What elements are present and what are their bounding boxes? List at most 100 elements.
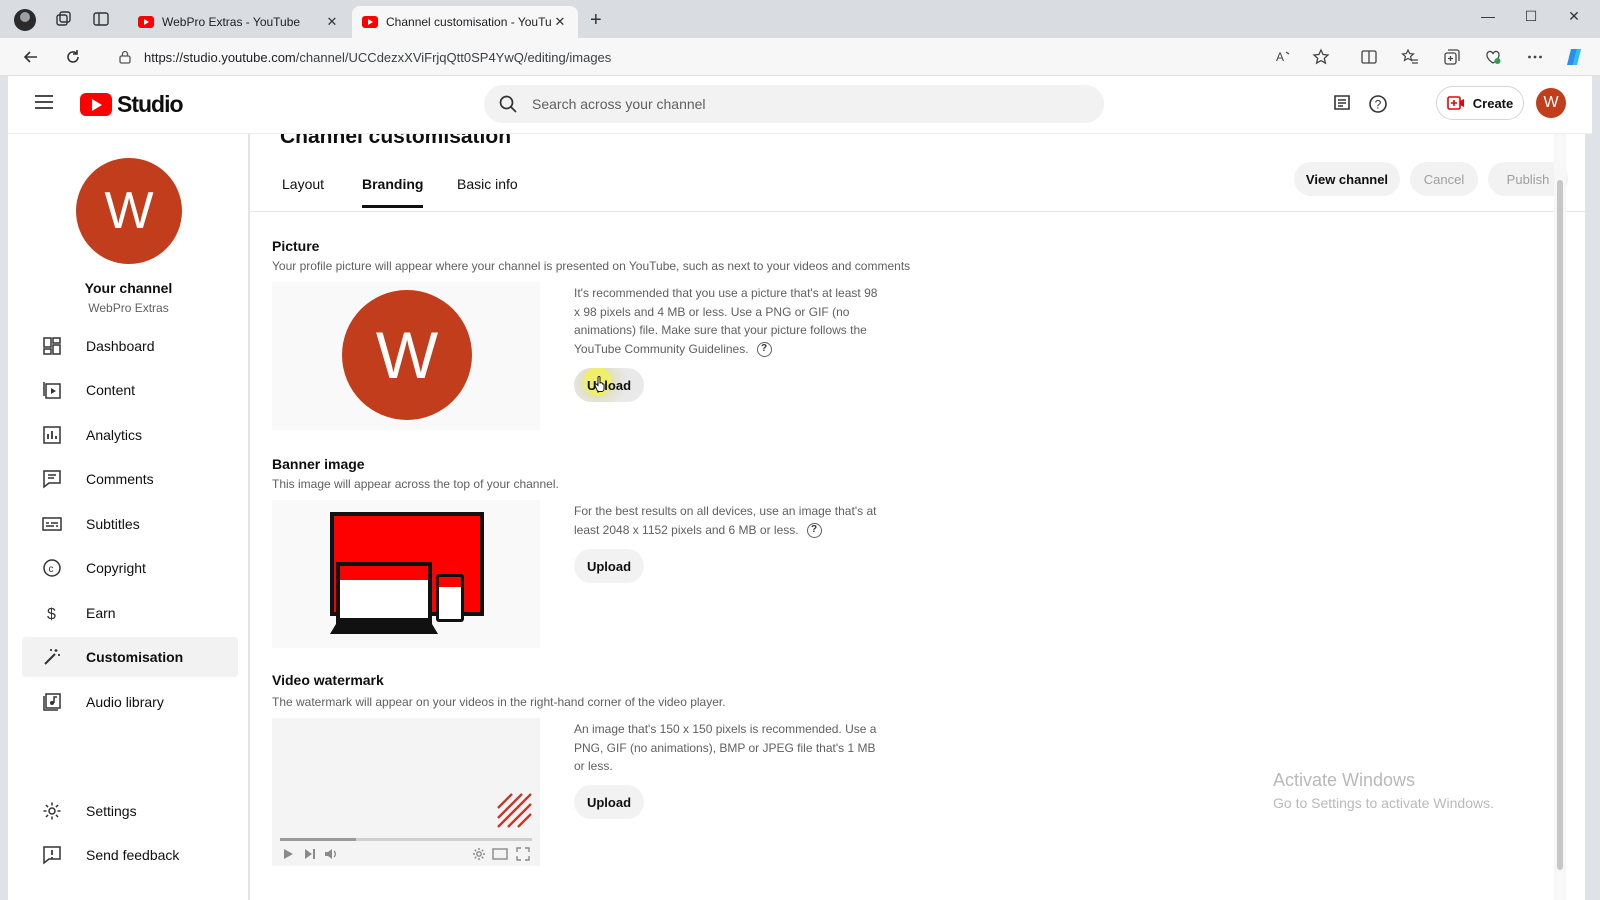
sidebar-item-label: Audio library	[86, 694, 164, 710]
close-icon[interactable]: ✕	[552, 14, 568, 30]
fullscreen-icon	[516, 847, 530, 861]
tab-branding[interactable]: Branding	[362, 176, 424, 208]
banner-info-text: For the best results on all devices, use…	[574, 504, 877, 537]
minimize-icon[interactable]: —	[1478, 8, 1498, 24]
close-icon[interactable]: ✕	[324, 14, 340, 30]
video-progress-bar	[280, 838, 532, 841]
url-text: https://studio.youtube.com/channel/UCCde…	[144, 50, 611, 65]
create-video-icon	[1446, 96, 1464, 110]
sidebar-item-dashboard[interactable]: Dashboard	[22, 326, 238, 366]
studio-logo[interactable]: Studio	[80, 91, 184, 118]
watermark-placeholder-icon	[497, 793, 532, 828]
tab-label: WebPro Extras - YouTube	[162, 15, 301, 29]
messages-icon[interactable]	[1332, 94, 1352, 114]
help-icon[interactable]: ?	[806, 522, 822, 538]
dashboard-icon	[43, 337, 61, 355]
profile-icon[interactable]	[14, 9, 36, 31]
window-close-icon[interactable]: ✕	[1564, 8, 1584, 25]
tab-actions-icon[interactable]	[92, 10, 110, 28]
tab-layout[interactable]: Layout	[282, 176, 324, 206]
youtube-favicon-icon	[362, 16, 378, 28]
youtube-favicon-icon	[138, 16, 154, 28]
scrollbar-thumb[interactable]	[1557, 180, 1563, 870]
tab-label: Channel customisation - YouTube	[386, 15, 552, 29]
gear-icon	[43, 802, 61, 820]
browser-address-bar: https://studio.youtube.com/channel/UCCde…	[0, 38, 1600, 76]
page-title: Channel customisation	[280, 134, 512, 148]
sidebar-item-analytics[interactable]: Analytics	[22, 415, 238, 455]
new-tab-icon[interactable]: +	[590, 9, 602, 32]
favorite-icon[interactable]	[1312, 48, 1330, 66]
subtitles-icon	[42, 517, 62, 531]
watermark-upload-button[interactable]: Upload	[574, 785, 644, 819]
sidebar-item-label: Subtitles	[86, 516, 140, 532]
workspaces-icon[interactable]	[54, 10, 72, 28]
favorites-icon[interactable]	[1401, 48, 1419, 66]
sidebar-item-label: Copyright	[86, 560, 146, 576]
search-box[interactable]	[484, 85, 1104, 123]
tab-basic-info[interactable]: Basic info	[457, 176, 518, 206]
sidebar-item-earn[interactable]: $ Earn	[22, 593, 238, 633]
sidebar-item-send-feedback[interactable]: Send feedback	[22, 835, 238, 875]
theater-mode-icon	[492, 848, 508, 860]
sidebar-item-customisation[interactable]: Customisation	[22, 637, 238, 677]
watermark-info: An image that's 150 x 150 pixels is reco…	[574, 722, 877, 773]
help-icon[interactable]: ?	[1368, 94, 1388, 114]
sidebar-item-label: Content	[86, 382, 136, 398]
refresh-icon[interactable]	[64, 48, 82, 66]
picture-title: Picture	[272, 238, 320, 254]
sidebar-item-label: Settings	[86, 803, 137, 819]
browser-essentials-icon[interactable]	[1484, 48, 1502, 66]
main-content: Channel customisation Layout Branding Ba…	[250, 134, 1585, 900]
sidebar-item-comments[interactable]: Comments	[22, 459, 238, 499]
channel-avatar[interactable]: W	[76, 158, 182, 264]
picture-info-text: It's recommended that you use a picture …	[574, 286, 878, 356]
browser-tab-customisation[interactable]: Channel customisation - YouTube ✕	[352, 6, 578, 38]
studio-header: Studio ? Create W	[8, 76, 1592, 134]
picture-description: Your profile picture will appear where y…	[272, 259, 911, 273]
feedback-icon	[43, 846, 61, 865]
picture-upload-button[interactable]: Upload	[574, 368, 644, 402]
search-icon[interactable]	[498, 94, 518, 114]
sidebar-item-audio-library[interactable]: Audio library	[22, 682, 238, 722]
menu-icon[interactable]	[34, 94, 54, 110]
sidebar-item-subtitles[interactable]: Subtitles	[22, 504, 238, 544]
search-input[interactable]	[532, 96, 1052, 112]
sidebar-item-copyright[interactable]: c Copyright	[22, 548, 238, 588]
picture-preview: W	[272, 282, 540, 430]
lock-icon[interactable]	[118, 50, 132, 64]
customisation-icon	[44, 649, 60, 665]
audio-library-icon	[43, 693, 61, 711]
page-scrollbar[interactable]	[1554, 134, 1566, 900]
help-icon[interactable]: ?	[756, 341, 772, 357]
svg-text:$: $	[47, 606, 56, 623]
more-icon[interactable]	[1526, 48, 1544, 66]
activate-windows-notice: Activate Windows Go to Settings to activ…	[1273, 770, 1494, 811]
browser-tab-webpro[interactable]: WebPro Extras - YouTube ✕	[128, 6, 350, 38]
read-aloud-icon[interactable]: A	[1274, 48, 1292, 66]
banner-upload-button[interactable]: Upload	[574, 549, 644, 583]
watermark-description: The watermark will appear on your videos…	[272, 695, 726, 709]
collections-icon[interactable]	[1443, 48, 1461, 66]
earn-icon: $	[47, 606, 56, 623]
svg-text:?: ?	[1375, 98, 1382, 112]
banner-description: This image will appear across the top of…	[272, 477, 559, 491]
sidebar-item-settings[interactable]: Settings	[22, 791, 238, 831]
channel-name: WebPro Extras	[88, 301, 169, 315]
comments-icon	[43, 470, 61, 489]
sidebar-item-content[interactable]: Content	[22, 370, 238, 410]
sidebar-item-label: Earn	[86, 605, 116, 621]
sidebar-item-label: Comments	[86, 471, 154, 487]
copilot-icon[interactable]	[1565, 47, 1585, 67]
create-button[interactable]: Create	[1436, 86, 1524, 120]
account-avatar[interactable]: W	[1536, 88, 1566, 118]
url-field[interactable]: https://studio.youtube.com/channel/UCCde…	[104, 43, 1344, 71]
split-screen-icon[interactable]	[1360, 48, 1378, 66]
sidebar-item-label: Analytics	[86, 427, 143, 443]
activate-windows-subtitle: Go to Settings to activate Windows.	[1273, 795, 1494, 811]
back-icon[interactable]	[22, 48, 40, 66]
maximize-icon[interactable]: ☐	[1521, 8, 1541, 25]
view-channel-button[interactable]: View channel	[1294, 162, 1400, 196]
cancel-button[interactable]: Cancel	[1410, 162, 1478, 196]
sidebar-item-label: Send feedback	[86, 847, 180, 863]
